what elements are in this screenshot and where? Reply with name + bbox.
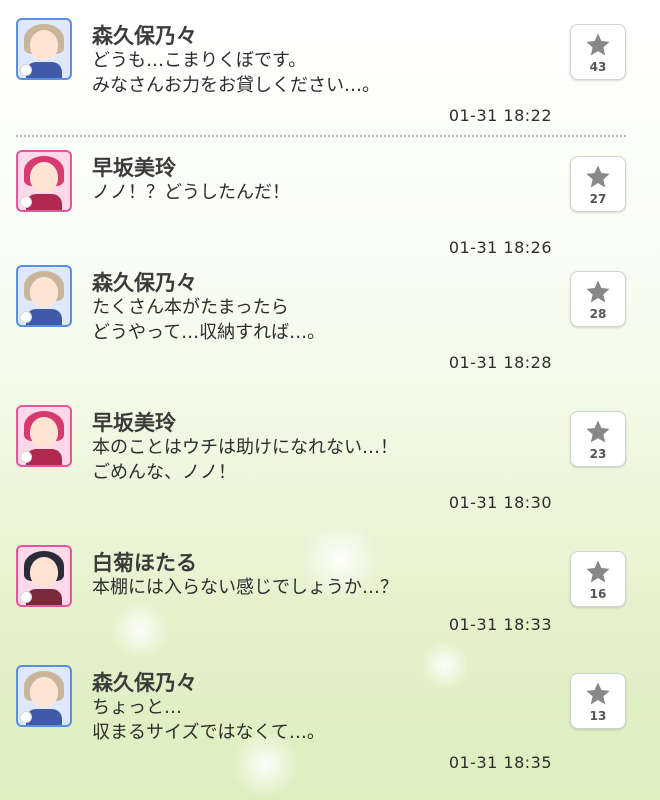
like-button[interactable]: 28 bbox=[570, 271, 626, 327]
avatar-hayasaka[interactable] bbox=[16, 405, 72, 467]
star-icon bbox=[586, 280, 610, 303]
message-text: どうも…こまりくぼです。 みなさんお力をお貸しください…。 bbox=[92, 48, 380, 98]
message-line: ごめんな、ノノ！ bbox=[92, 462, 236, 483]
like-button[interactable]: 23 bbox=[570, 411, 626, 467]
message-text: 本棚には入らない感じでしょうか…？ bbox=[92, 575, 398, 600]
message-line: どうも…こまりくぼです。 bbox=[92, 50, 307, 71]
attribute-badge-icon bbox=[20, 311, 32, 323]
like-count: 16 bbox=[589, 587, 607, 601]
divider bbox=[16, 135, 626, 137]
comment-post: 森久保乃々 ちょっと… 収まるサイズではなくて…。 01-31 18:35 13 bbox=[0, 665, 660, 789]
attribute-badge-icon bbox=[20, 196, 32, 208]
comment-post: 森久保乃々 どうも…こまりくぼです。 みなさんお力をお貸しください…。 01-3… bbox=[0, 18, 660, 142]
avatar-morikubo[interactable] bbox=[16, 18, 72, 80]
message-text: ノノ！？どうしたんだ！ bbox=[92, 180, 290, 205]
message-line: 収まるサイズではなくて…。 bbox=[92, 722, 325, 743]
poster-name[interactable]: 白菊ほたる bbox=[92, 547, 197, 577]
message-line: ノノ！？どうしたんだ！ bbox=[92, 182, 290, 203]
avatar-morikubo[interactable] bbox=[16, 665, 72, 727]
timestamp: 01-31 18:35 bbox=[448, 753, 552, 772]
poster-name[interactable]: 森久保乃々 bbox=[92, 267, 197, 297]
message-line: 本棚には入らない感じでしょうか…？ bbox=[92, 577, 398, 598]
like-button[interactable]: 27 bbox=[570, 156, 626, 212]
poster-name[interactable]: 森久保乃々 bbox=[92, 20, 197, 50]
star-icon bbox=[586, 560, 610, 583]
avatar-shiragiku[interactable] bbox=[16, 545, 72, 607]
attribute-badge-icon bbox=[20, 711, 32, 723]
poster-name[interactable]: 早坂美玲 bbox=[92, 152, 176, 182]
comment-feed: 森久保乃々 どうも…こまりくぼです。 みなさんお力をお貸しください…。 01-3… bbox=[0, 0, 660, 800]
attribute-badge-icon bbox=[20, 451, 32, 463]
attribute-badge-icon bbox=[20, 591, 32, 603]
comment-post: 白菊ほたる 本棚には入らない感じでしょうか…？ 01-31 18:33 16 bbox=[0, 545, 660, 669]
like-button[interactable]: 16 bbox=[570, 551, 626, 607]
like-count: 27 bbox=[589, 192, 607, 206]
star-icon bbox=[586, 420, 610, 443]
avatar-morikubo[interactable] bbox=[16, 265, 72, 327]
message-text: たくさん本がたまったら どうやって…収納すれば…。 bbox=[92, 295, 325, 345]
timestamp: 01-31 18:33 bbox=[448, 615, 552, 634]
message-text: 本のことはウチは助けになれない…！ ごめんな、ノノ！ bbox=[92, 435, 398, 485]
avatar-hayasaka[interactable] bbox=[16, 150, 72, 212]
timestamp: 01-31 18:30 bbox=[448, 493, 552, 512]
attribute-badge-icon bbox=[20, 64, 32, 76]
message-line: みなさんお力をお貸しください…。 bbox=[92, 75, 380, 96]
message-line: たくさん本がたまったら bbox=[92, 297, 289, 318]
like-count: 28 bbox=[589, 307, 607, 321]
comment-post: 森久保乃々 たくさん本がたまったら どうやって…収納すれば…。 01-31 18… bbox=[0, 265, 660, 389]
poster-name[interactable]: 森久保乃々 bbox=[92, 667, 197, 697]
star-icon bbox=[586, 682, 610, 705]
star-icon bbox=[586, 165, 610, 188]
like-button[interactable]: 13 bbox=[570, 673, 626, 729]
message-line: ちょっと… bbox=[92, 697, 182, 718]
timestamp: 01-31 18:22 bbox=[448, 106, 552, 125]
timestamp: 01-31 18:26 bbox=[448, 238, 552, 257]
message-text: ちょっと… 収まるサイズではなくて…。 bbox=[92, 695, 325, 745]
comment-post: 早坂美玲 ノノ！？どうしたんだ！ 01-31 18:26 27 bbox=[0, 150, 660, 274]
like-count: 43 bbox=[589, 60, 607, 74]
poster-name[interactable]: 早坂美玲 bbox=[92, 407, 176, 437]
like-count: 23 bbox=[589, 447, 607, 461]
like-button[interactable]: 43 bbox=[570, 24, 626, 80]
message-line: 本のことはウチは助けになれない…！ bbox=[92, 437, 398, 458]
timestamp: 01-31 18:28 bbox=[448, 353, 552, 372]
like-count: 13 bbox=[589, 709, 607, 723]
star-icon bbox=[586, 33, 610, 56]
message-line: どうやって…収納すれば…。 bbox=[92, 322, 326, 343]
comment-post: 早坂美玲 本のことはウチは助けになれない…！ ごめんな、ノノ！ 01-31 18… bbox=[0, 405, 660, 529]
